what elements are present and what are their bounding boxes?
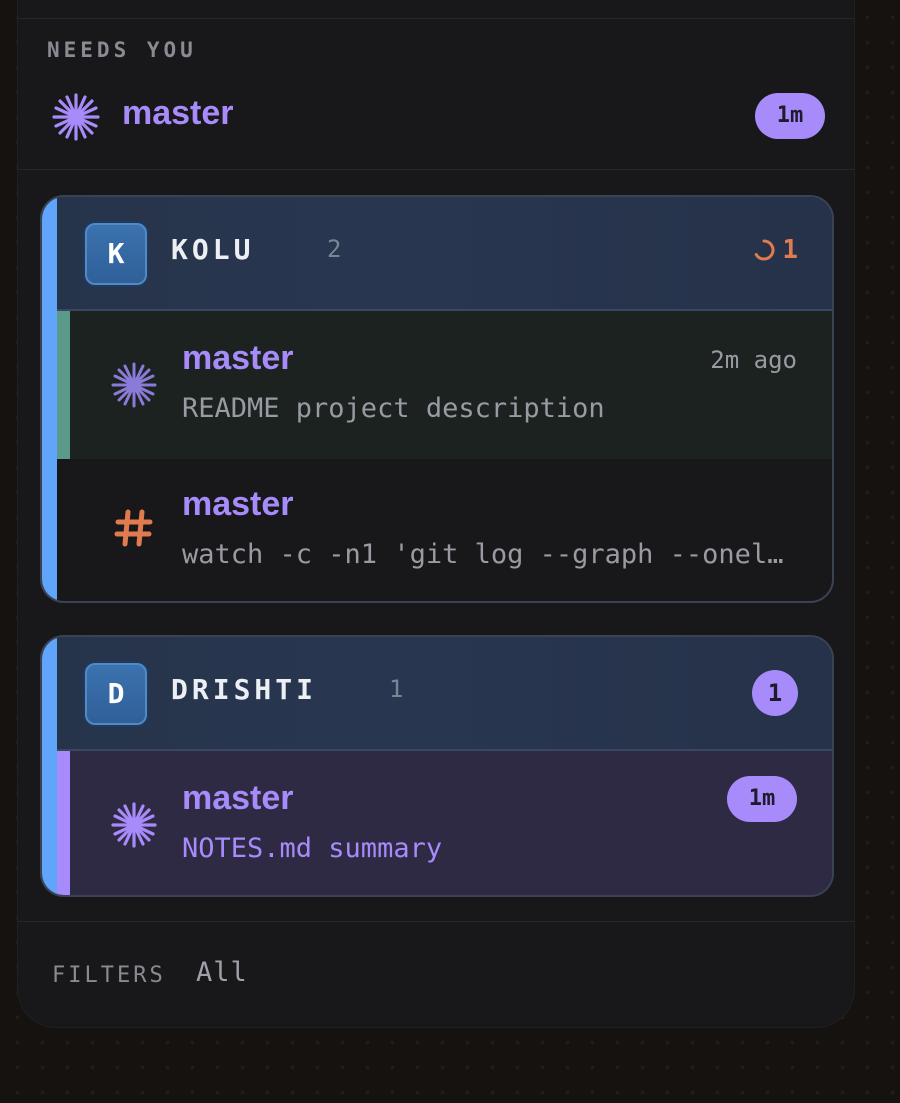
asterisk-icon [52,93,100,141]
session-subtitle: README project description [182,393,605,424]
needs-you-title: master [122,94,234,132]
hash-icon [114,509,153,547]
waiting-count-badge: 1 [752,670,798,716]
time-badge: 1m [755,93,825,139]
spinner-icon [755,239,775,261]
session-row[interactable]: master 1m NOTES.md summary [57,751,832,895]
busy-count: 1 [782,235,798,265]
group-color-stripe [42,637,57,895]
needs-you-item[interactable]: master 1m [18,84,854,148]
session-title: master [182,339,294,377]
group-drishti: D DRISHTI 1 1 master 1m NOTES.md summary [40,635,834,897]
session-subtitle: NOTES.md summary [182,833,443,864]
busy-indicator: 1 [752,235,798,265]
divider [18,921,854,922]
asterisk-icon [111,802,157,848]
group-count: 1 [389,675,404,703]
session-title: master [182,779,294,817]
filters-label: FILTERS [52,963,166,988]
group-kolu: K KOLU 2 1 master 2m ago README project … [40,195,834,603]
group-header-drishti[interactable]: D DRISHTI 1 1 [57,637,832,751]
session-row[interactable]: master 2m ago README project description [57,311,832,459]
session-row[interactable]: master watch -c -n1 'git log --graph --o… [57,459,832,601]
filter-all-button[interactable]: All [196,957,248,988]
group-name: KOLU [171,233,255,266]
session-time: 2m ago [710,346,797,374]
group-header-kolu[interactable]: K KOLU 2 1 [57,197,832,311]
session-title: master [182,485,294,523]
group-count: 2 [327,235,342,263]
asterisk-icon [111,362,157,408]
divider [18,169,854,170]
group-name: DRISHTI [171,673,318,706]
avatar: K [83,221,149,287]
status-stripe [57,311,70,459]
session-command: watch -c -n1 'git log --graph --oneline … [182,539,796,570]
status-stripe [57,751,70,895]
sidebar-panel: NEEDS YOU master 1m K KOLU 2 1 master 2m… [18,0,854,1027]
group-color-stripe [42,197,57,601]
divider [18,18,854,19]
section-label-needs-you: NEEDS YOU [47,38,197,62]
time-badge: 1m [727,776,797,822]
avatar: D [83,661,149,727]
